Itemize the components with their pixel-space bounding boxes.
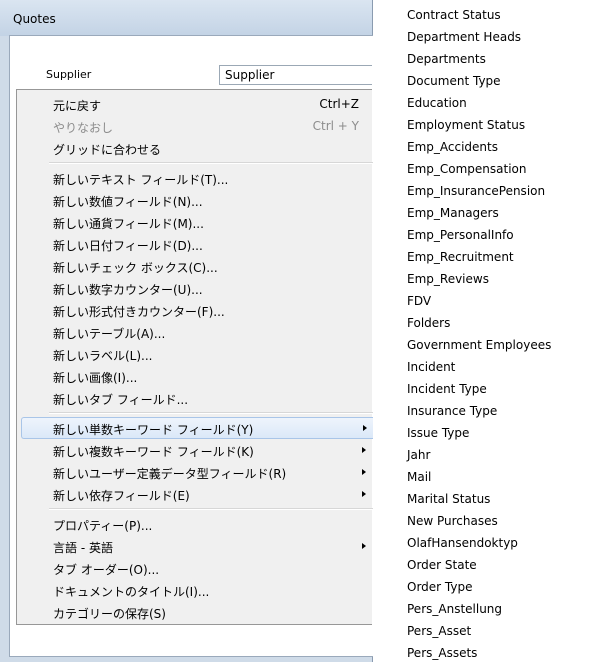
keyword-list: Contract Status Department Heads Departmen… <box>373 0 609 662</box>
menu-item[interactable]: プロパティー(P)... <box>21 513 373 535</box>
title-bar[interactable]: Quotes <box>0 0 372 36</box>
keyword-list-item[interactable]: OlafHansendoktyp <box>407 536 518 550</box>
menu-item-label: 新しいチェック ボックス(C)... <box>53 261 218 275</box>
keyword-list-item[interactable]: Emp_Recruitment <box>407 250 514 264</box>
submenu-arrow-icon <box>362 491 366 497</box>
menu-item-label: 新しい単数キーワード フィールド(Y) <box>53 423 254 437</box>
menu-item[interactable]: 新しいタブ フィールド... <box>21 387 373 409</box>
keyword-list-item[interactable]: Order Type <box>407 580 472 594</box>
keyword-list-item[interactable]: Mail <box>407 470 431 484</box>
keyword-list-item[interactable]: Pers_Asset <box>407 624 471 638</box>
menu-item-label: ドキュメントのタイトル(I)... <box>53 585 210 599</box>
menu-item[interactable]: 新しいテキスト フィールド(T)... <box>21 167 373 189</box>
keyword-list-item[interactable]: Emp_Accidents <box>407 140 498 154</box>
menu-item-label: 新しい画像(I)... <box>53 371 138 385</box>
menu-item-label: 新しい通貨フィールド(M)... <box>53 217 204 231</box>
keyword-list-item[interactable]: Incident <box>407 360 455 374</box>
submenu-arrow-icon <box>362 469 366 475</box>
menu-item-label: 新しい日付フィールド(D)... <box>53 239 203 253</box>
menu-item[interactable]: 新しい画像(I)... <box>21 365 373 387</box>
menu-separator <box>49 508 373 510</box>
menu-item-label: やりなおし <box>53 121 114 135</box>
keyword-list-item[interactable]: Contract Status <box>407 8 501 22</box>
keyword-list-item[interactable]: Emp_Compensation <box>407 162 527 176</box>
keyword-list-item[interactable]: New Purchases <box>407 514 498 528</box>
menu-item[interactable]: 新しい数値フィールド(N)... <box>21 189 373 211</box>
menu-item-shortcut: Ctrl + Y <box>312 119 359 133</box>
keyword-list-item[interactable]: Education <box>407 96 467 110</box>
keyword-list-item[interactable]: Incident Type <box>407 382 487 396</box>
keyword-list-item[interactable]: FDV <box>407 294 431 308</box>
menu-item-label: 新しい依存フィールド(E) <box>53 489 190 503</box>
menu-item-label: タブ オーダー(O)... <box>53 563 160 577</box>
menu-separator <box>49 412 373 414</box>
keyword-list-item[interactable]: Order State <box>407 558 477 572</box>
keyword-list-item[interactable]: Jahr <box>407 448 430 462</box>
menu-item[interactable]: 元に戻す Ctrl+Z <box>21 93 373 115</box>
keyword-list-item[interactable]: Marital Status <box>407 492 490 506</box>
keyword-list-item[interactable]: Pers_Assets <box>407 646 477 660</box>
keyword-list-item[interactable]: Emp_Reviews <box>407 272 489 286</box>
menu-item-label: 新しい複数キーワード フィールド(K) <box>53 445 254 459</box>
menu-item[interactable]: 言語 - 英語 <box>21 535 373 557</box>
menu-item-label: 言語 - 英語 <box>53 541 113 555</box>
menu-item[interactable]: 新しいチェック ボックス(C)... <box>21 255 373 277</box>
menu-item-label: 新しいユーザー定義データ型フィールド(R) <box>53 467 287 481</box>
menu-separator <box>49 162 373 164</box>
menu-item-label: 新しいタブ フィールド... <box>53 393 189 407</box>
submenu-arrow-icon <box>362 447 366 453</box>
keyword-list-item[interactable]: Issue Type <box>407 426 469 440</box>
menu-item-label: 新しい数字カウンター(U)... <box>53 283 203 297</box>
keyword-list-item[interactable]: Document Type <box>407 74 501 88</box>
menu-item[interactable]: 新しい日付フィールド(D)... <box>21 233 373 255</box>
menu-item-label: 元に戻す <box>53 99 102 113</box>
supplier-label: Supplier <box>46 68 92 81</box>
menu-item[interactable]: 新しい形式付きカウンター(F)... <box>21 299 373 321</box>
keyword-list-item[interactable]: Emp_Managers <box>407 206 499 220</box>
menu-item[interactable]: 新しい複数キーワード フィールド(K) <box>21 439 373 461</box>
menu-item[interactable]: ドキュメントのタイトル(I)... <box>21 579 373 601</box>
menu-item-label: グリッドに合わせる <box>53 143 162 157</box>
menu-item[interactable]: やりなおし Ctrl + Y <box>21 115 373 137</box>
menu-item[interactable]: 新しい数字カウンター(U)... <box>21 277 373 299</box>
menu-item-label: 新しいテキスト フィールド(T)... <box>53 173 229 187</box>
menu-item-label: プロパティー(P)... <box>53 519 153 533</box>
keyword-list-item[interactable]: Emp_PersonalInfo <box>407 228 514 242</box>
submenu-arrow-icon <box>363 425 367 431</box>
keyword-list-item[interactable]: Folders <box>407 316 450 330</box>
menu-item[interactable]: グリッドに合わせる <box>21 137 373 159</box>
menu-item[interactable]: 新しいラベル(L)... <box>21 343 373 365</box>
supplier-input[interactable]: Supplier <box>219 65 372 85</box>
menu-item[interactable]: タブ オーダー(O)... <box>21 557 373 579</box>
menu-item-label: 新しいテーブル(A)... <box>53 327 166 341</box>
menu-item-label: カテゴリーの保存(S) <box>53 607 166 621</box>
menu-item[interactable]: 新しい単数キーワード フィールド(Y) <box>21 417 373 439</box>
keyword-list-item[interactable]: Government Employees <box>407 338 551 352</box>
window-title: Quotes <box>13 12 56 26</box>
keyword-list-item[interactable]: Emp_InsurancePension <box>407 184 545 198</box>
quotes-window: Quotes Supplier Supplier 元に戻す Ctrl+Z やりなおし… <box>0 0 373 662</box>
menu-item[interactable]: 新しいユーザー定義データ型フィールド(R) <box>21 461 373 483</box>
menu-item-label: 新しい数値フィールド(N)... <box>53 195 203 209</box>
context-menu: 元に戻す Ctrl+Z やりなおし Ctrl + Y グリッドに合わせる新しいテキスト … <box>16 89 373 625</box>
menu-item[interactable]: 新しいテーブル(A)... <box>21 321 373 343</box>
menu-item-label: 新しい形式付きカウンター(F)... <box>53 305 225 319</box>
keyword-list-item[interactable]: Pers_Anstellung <box>407 602 502 616</box>
keyword-list-item[interactable]: Departments <box>407 52 486 66</box>
keyword-list-item[interactable]: Department Heads <box>407 30 521 44</box>
menu-item-shortcut: Ctrl+Z <box>319 97 359 111</box>
keyword-list-item[interactable]: Employment Status <box>407 118 525 132</box>
menu-item[interactable]: 新しい依存フィールド(E) <box>21 483 373 505</box>
menu-item[interactable]: カテゴリーの保存(S) <box>21 601 373 623</box>
menu-item-label: 新しいラベル(L)... <box>53 349 153 363</box>
menu-item[interactable]: 新しい通貨フィールド(M)... <box>21 211 373 233</box>
keyword-list-item[interactable]: Insurance Type <box>407 404 497 418</box>
submenu-arrow-icon <box>362 543 366 549</box>
